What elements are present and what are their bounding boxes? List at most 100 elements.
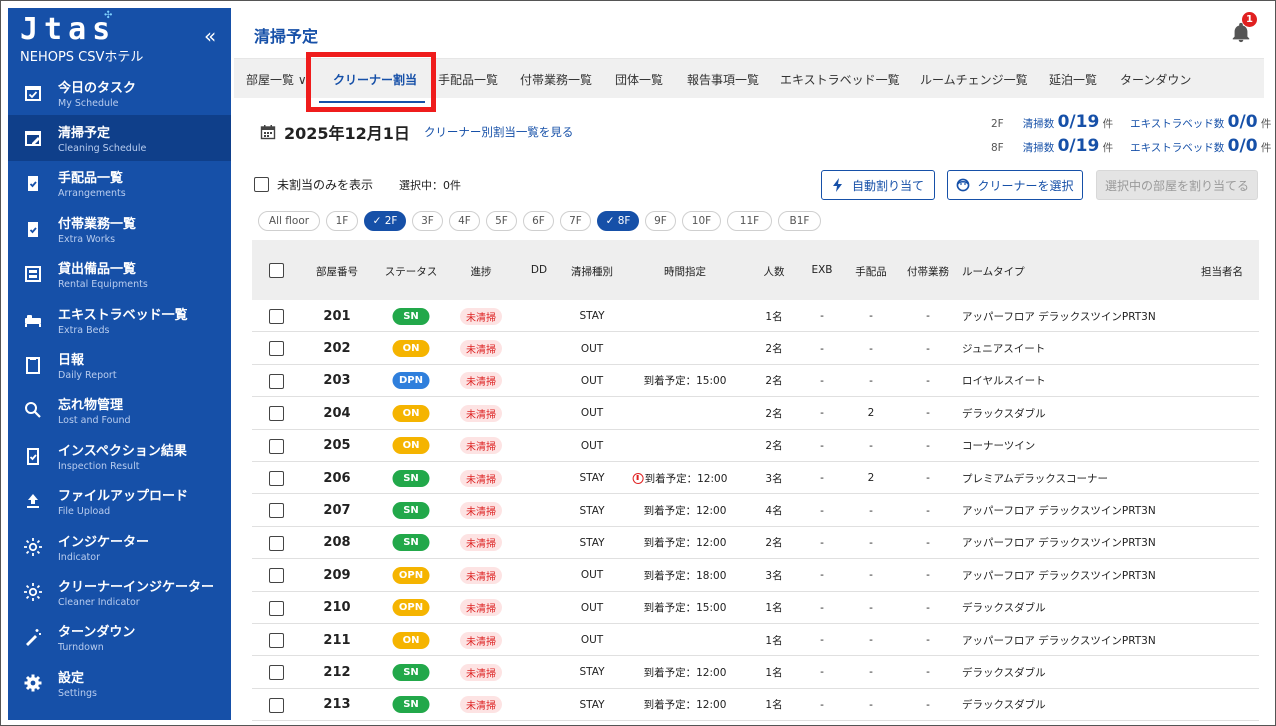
- tab-8[interactable]: 延泊一覧: [1049, 71, 1097, 88]
- sidebar-item-lost-and-found[interactable]: 忘れ物管理 Lost and Found: [8, 388, 231, 433]
- progress-badge: 未清掃: [460, 372, 502, 390]
- sidebar-item-indicator[interactable]: インジケーター Indicator: [8, 524, 231, 569]
- clipboard-check-icon: [8, 219, 58, 239]
- row-checkbox[interactable]: [269, 373, 284, 389]
- row-checkbox[interactable]: [269, 568, 284, 584]
- floor-chip[interactable]: All floor: [258, 211, 320, 231]
- row-checkbox[interactable]: [269, 600, 284, 616]
- column-header[interactable]: 部屋番号: [316, 264, 358, 279]
- alert-icon: [632, 472, 644, 484]
- people-count: 3名: [765, 569, 783, 582]
- table-row[interactable]: 207 SN 未清掃 STAY 到着予定：12:00 4名 - - - アッパーフロア デラックス…: [252, 494, 1259, 527]
- row-checkbox[interactable]: [269, 697, 284, 713]
- sidebar-item-turndown[interactable]: ターンダウン Turndown: [8, 615, 231, 660]
- sidebar-item-label: 今日のタスク: [58, 80, 137, 96]
- sidebar-item-extra-works[interactable]: 付帯業務一覧 Extra Works: [8, 206, 231, 251]
- floor-chip[interactable]: ✓ 8F: [597, 211, 639, 231]
- floor-chip[interactable]: 4F: [449, 211, 480, 231]
- people-count: 2名: [765, 343, 783, 356]
- floor-chip[interactable]: 11F: [727, 211, 772, 231]
- sidebar-item-rental-equipments[interactable]: 貸出備品一覧 Rental Equipments: [8, 252, 231, 297]
- room-type: アッパーフロア デラックスツインPRT3N: [962, 537, 1156, 550]
- column-header[interactable]: DD: [531, 264, 547, 276]
- floor-chip[interactable]: 1F: [326, 211, 358, 231]
- floor-chip[interactable]: ✓ 2F: [364, 211, 406, 231]
- table-row[interactable]: 203 DPN 未清掃 OUT 到着予定：15:00 2名 - - - ロイヤルスイート: [252, 365, 1259, 398]
- row-checkbox[interactable]: [269, 503, 284, 519]
- sidebar-item-text: 清掃予定 Cleaning Schedule: [58, 122, 146, 154]
- table-row[interactable]: 210 OPN 未清掃 OUT 到着予定：15:00 1名 - - - デラックスダブル: [252, 592, 1259, 624]
- column-header[interactable]: 人数: [764, 264, 785, 279]
- tab-2[interactable]: 手配品一覧: [438, 71, 498, 88]
- row-checkbox[interactable]: [269, 406, 284, 422]
- row-checkbox[interactable]: [269, 665, 284, 681]
- sidebar-item-cleaner-indicator[interactable]: クリーナーインジケーター Cleaner Indicator: [8, 569, 231, 614]
- tab-4[interactable]: 団体一覧: [615, 71, 663, 88]
- table-row[interactable]: 205 ON 未清掃 OUT 2名 - - - コーナーツイン: [252, 430, 1259, 462]
- assign-selected-button[interactable]: 選択中の部屋を割り当てる: [1096, 170, 1258, 200]
- column-header[interactable]: 付帯業務: [907, 264, 949, 279]
- row-checkbox[interactable]: [269, 470, 284, 486]
- sidebar-item-daily-report[interactable]: 日報 Daily Report: [8, 342, 231, 387]
- sidebar-item-settings[interactable]: 設定 Settings: [8, 660, 231, 705]
- sidebar-item-label: インスペクション結果: [58, 443, 187, 459]
- floor-chip[interactable]: 5F: [486, 211, 517, 231]
- row-checkbox[interactable]: [269, 438, 284, 454]
- cleaner-assignment-link[interactable]: クリーナー別割当一覧を見る: [424, 124, 574, 140]
- table-row[interactable]: 209 OPN 未清掃 OUT 到着予定：18:00 3名 - - - アッパーフロア デラックス…: [252, 559, 1259, 592]
- people-count: 1名: [765, 699, 783, 712]
- auto-assign-button[interactable]: 自動割り当て: [821, 170, 935, 200]
- column-header[interactable]: EXB: [811, 264, 832, 276]
- table-row[interactable]: 208 SN 未清掃 STAY 到着予定：12:00 2名 - - - アッパーフロア デラックス…: [252, 527, 1259, 560]
- column-header[interactable]: ステータス: [385, 264, 438, 279]
- row-checkbox[interactable]: [269, 535, 284, 551]
- column-header[interactable]: 清掃種別: [571, 264, 613, 279]
- search-icon: [8, 400, 58, 420]
- extra-work-cell: -: [926, 698, 930, 711]
- floor-chip[interactable]: 7F: [560, 211, 591, 231]
- table-row[interactable]: 211 ON 未清掃 OUT 1名 - - - アッパーフロア デラックスツインPRT3N: [252, 624, 1259, 657]
- clipboard-check-icon: [8, 173, 58, 193]
- select-all-checkbox[interactable]: [269, 263, 284, 278]
- row-checkbox[interactable]: [269, 632, 284, 648]
- arrangements-cell: -: [869, 374, 873, 387]
- sidebar-item-sublabel: File Upload: [58, 506, 111, 518]
- tab-6[interactable]: エキストラベッド一覧: [780, 71, 900, 88]
- floor-chip[interactable]: 3F: [412, 211, 443, 231]
- floor-chip[interactable]: 10F: [682, 211, 721, 231]
- column-header[interactable]: 時間指定: [664, 264, 706, 279]
- column-header[interactable]: ルームタイプ: [962, 264, 1025, 279]
- row-checkbox[interactable]: [269, 341, 284, 357]
- choose-cleaner-button[interactable]: クリーナーを選択: [947, 170, 1083, 200]
- table-row[interactable]: 201 SN 未清掃 STAY 1名 - - - アッパーフロア デラックスツインPRT3N: [252, 300, 1259, 333]
- column-header[interactable]: 担当者名: [1201, 264, 1243, 279]
- table-row[interactable]: 213 SN 未清掃 STAY 到着予定：12:00 1名 - - - デラックスダブル: [252, 689, 1259, 722]
- table-row[interactable]: 212 SN 未清掃 STAY 到着予定：12:00 1名 - - - デラックスダブル: [252, 656, 1259, 689]
- people-count: 2名: [765, 440, 783, 453]
- floor-chip[interactable]: B1F: [778, 211, 821, 231]
- collapse-sidebar-icon[interactable]: «: [204, 24, 216, 48]
- floor-chip[interactable]: 6F: [523, 211, 554, 231]
- sidebar-item-inspection-result[interactable]: インスペクション結果 Inspection Result: [8, 433, 231, 478]
- table-row[interactable]: 204 ON 未清掃 OUT 2名 - 2 - デラックスダブル: [252, 397, 1259, 430]
- sidebar-item-cleaning-schedule[interactable]: 清掃予定 Cleaning Schedule: [8, 115, 231, 161]
- sidebar-item-my-schedule[interactable]: 今日のタスク My Schedule: [8, 70, 231, 115]
- column-header[interactable]: 進捗: [471, 264, 492, 279]
- tab-0[interactable]: 部屋一覧 ∨: [246, 71, 307, 88]
- tab-9[interactable]: ターンダウン: [1120, 71, 1191, 88]
- sidebar-item-file-upload[interactable]: ファイルアップロード File Upload: [8, 479, 231, 524]
- sidebar-item-sublabel: Cleaning Schedule: [58, 143, 147, 155]
- people-count: 2名: [765, 375, 783, 388]
- sidebar-item-extra-beds[interactable]: エキストラベッド一覧 Extra Beds: [8, 297, 231, 342]
- exb-cell: -: [820, 439, 824, 452]
- sidebar-item-arrangements[interactable]: 手配品一覧 Arrangements: [8, 161, 231, 206]
- table-row[interactable]: 206 SN 未清掃 STAY 到着予定：12:00 3名 - 2 - プレミアムデラックスコーナ…: [252, 462, 1259, 495]
- floor-chip[interactable]: 9F: [645, 211, 676, 231]
- row-checkbox[interactable]: [269, 309, 284, 324]
- tab-3[interactable]: 付帯業務一覧: [520, 71, 592, 88]
- unassigned-only-checkbox[interactable]: [254, 177, 269, 192]
- table-row[interactable]: 202 ON 未清掃 OUT 2名 - - - ジュニアスイート: [252, 332, 1259, 365]
- tab-7[interactable]: ルームチェンジ一覧: [920, 71, 1028, 88]
- tab-5[interactable]: 報告事項一覧: [687, 71, 759, 88]
- column-header[interactable]: 手配品: [855, 264, 887, 279]
